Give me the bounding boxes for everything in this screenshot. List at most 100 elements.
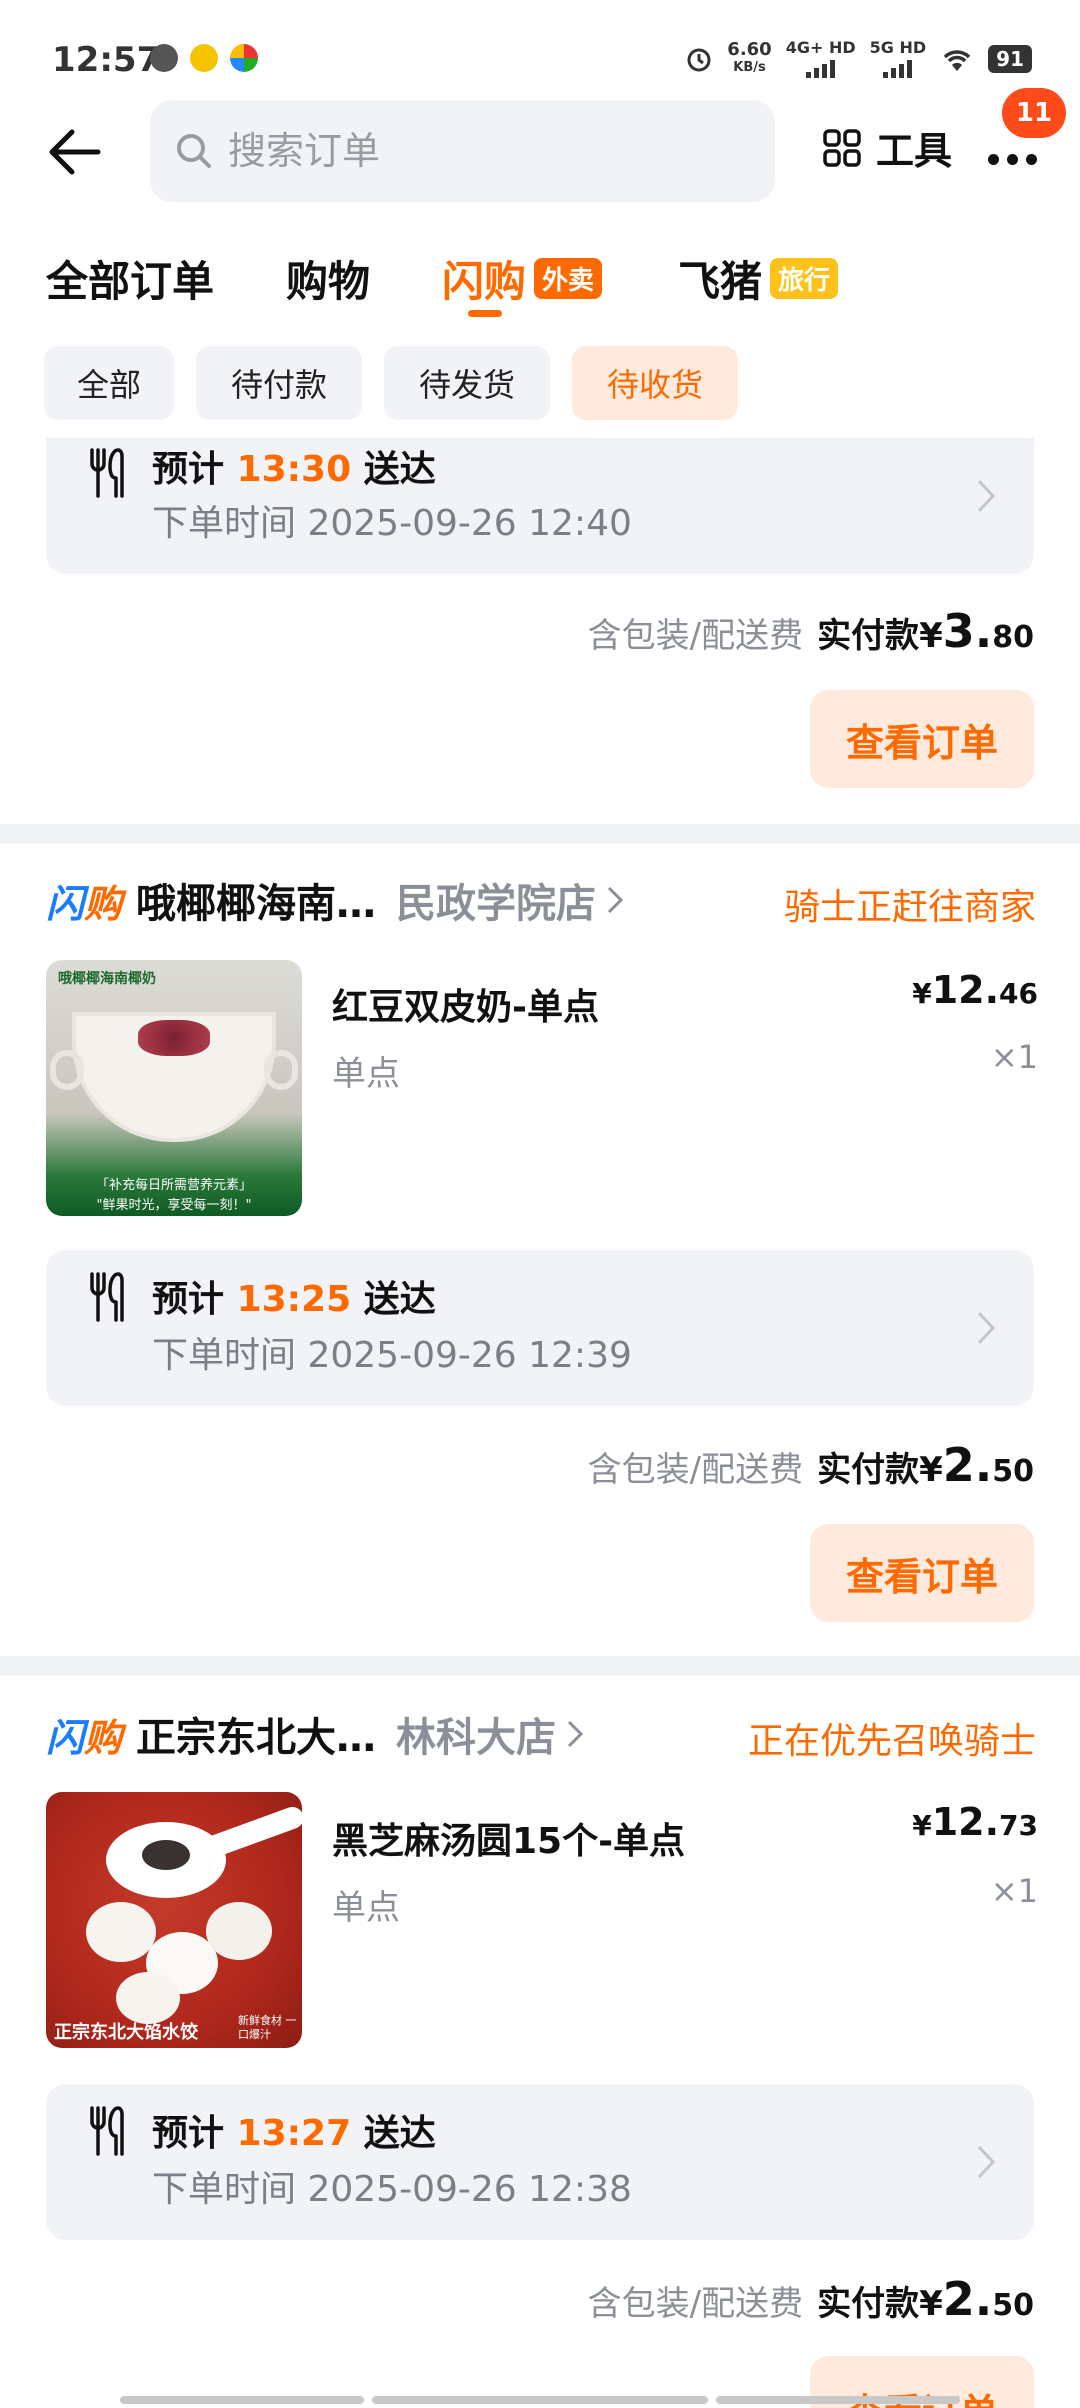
- wifi-icon: [943, 50, 971, 71]
- store-branch: 民政学院店: [396, 881, 597, 927]
- notification-icons: [150, 44, 258, 72]
- store-name: 正宗东北大…: [136, 1715, 377, 1761]
- delivery-info-row[interactable]: 预计 13:30 送达 下单时间 2025-09-26 12:40: [46, 438, 1034, 574]
- tab-shopping[interactable]: 购物: [286, 248, 370, 309]
- search-input[interactable]: [228, 129, 728, 173]
- more-button[interactable]: 11: [984, 88, 1066, 186]
- alarm-icon: [687, 48, 711, 72]
- flash-buy-logo: 闪购: [46, 1715, 123, 1760]
- battery-indicator: 91: [988, 45, 1032, 73]
- dumpling-3: [206, 1902, 272, 1960]
- filter-pending-shipment[interactable]: 待发货: [384, 346, 550, 420]
- tab-flash-buy[interactable]: 闪购 外卖: [442, 248, 603, 309]
- dumpling-1: [86, 1902, 156, 1962]
- product-thumbnail[interactable]: 正宗东北大馅水饺 新鲜食材 一口爆汁: [46, 1792, 302, 2048]
- takeout-tag: 外卖: [534, 258, 603, 299]
- eta-text: 预计 13:25 送达: [152, 1279, 436, 1320]
- bowl-handle-right: [264, 1050, 298, 1090]
- travel-tag: 旅行: [770, 258, 839, 299]
- thumbnail-side: 新鲜食材 一口爆汁: [238, 2014, 297, 2041]
- signal-1: 4G+ HD: [786, 40, 856, 78]
- section-divider: [0, 1656, 1080, 1676]
- black-sesame-filling: [142, 1840, 190, 1870]
- signal-bars-icon: [883, 56, 913, 78]
- coin-app-icon: [190, 44, 218, 72]
- scroll-indicator: [372, 2396, 708, 2404]
- status-filters: 全部 待付款 待发货 待收货: [0, 346, 1080, 422]
- order-time: 下单时间 2025-09-26 12:38: [152, 2169, 632, 2210]
- spoon-handle: [195, 1803, 302, 1863]
- back-arrow-icon: [49, 129, 101, 175]
- order-status: 骑士正赶往商家: [783, 887, 1036, 928]
- store-branch: 林科大店: [396, 1715, 557, 1761]
- eta-text: 预计 13:30 送达: [152, 449, 436, 490]
- thumbnail-tag: 「补充每日所需营养元素」: [95, 1178, 252, 1193]
- item-spec: 单点: [332, 1888, 400, 1928]
- scroll-indicator: [120, 2396, 364, 2404]
- status-time: 12:57: [52, 40, 161, 80]
- paid-amount-row: 含包装/配送费 实付款 ¥ 2. 50: [587, 2272, 1034, 2326]
- fork-knife-icon: [90, 448, 124, 498]
- tools-label: 工具: [876, 129, 953, 173]
- net-speed: 6.60 KB/s: [727, 39, 772, 76]
- red-bean-topping: [138, 1020, 210, 1056]
- tools-button[interactable]: 工具: [822, 120, 952, 175]
- scroll-indicator: [716, 2396, 960, 2404]
- thumbnail-brand: 哦椰椰海南椰奶: [58, 971, 156, 987]
- filter-pending-payment[interactable]: 待付款: [196, 346, 362, 420]
- app-notification-icon: [150, 44, 178, 72]
- item-price: ¥12.73: [912, 1800, 1038, 1844]
- chevron-right-icon: [977, 2145, 996, 2179]
- header: 工具 11: [0, 88, 1080, 206]
- bowl-handle-left: [50, 1050, 84, 1090]
- chevron-right-icon: [607, 886, 624, 914]
- item-quantity: ×1: [990, 1038, 1038, 1076]
- back-button[interactable]: [44, 120, 108, 184]
- active-tab-indicator: [468, 310, 502, 317]
- signal-bars-icon: [806, 56, 836, 78]
- item-name[interactable]: 黑芝麻汤圆15个-单点: [332, 1812, 685, 1864]
- fork-knife-icon: [90, 2106, 124, 2156]
- chevron-right-icon: [977, 479, 996, 513]
- order-category-tabs: 全部订单 购物 闪购 外卖 飞猪 旅行: [0, 236, 1080, 326]
- tab-fliggy[interactable]: 飞猪 旅行: [678, 248, 839, 309]
- filter-all[interactable]: 全部: [44, 346, 174, 420]
- view-order-button[interactable]: 查看订单: [810, 690, 1034, 788]
- grid-tools-icon: [823, 128, 861, 167]
- item-name[interactable]: 红豆双皮奶-单点: [332, 978, 599, 1030]
- thumbnail-slogan: "鲜果时光，享受每一刻！": [96, 1198, 252, 1213]
- chevron-right-icon: [567, 1720, 584, 1748]
- dumpling-4: [116, 1972, 180, 2024]
- store-name: 哦椰椰海南…: [136, 881, 377, 927]
- item-price: ¥12.46: [912, 968, 1038, 1012]
- order-time: 下单时间 2025-09-26 12:40: [152, 503, 632, 544]
- item-spec: 单点: [332, 1054, 400, 1094]
- search-icon: [177, 134, 211, 168]
- signal-2: 5G HD: [870, 40, 926, 78]
- delivery-info-row[interactable]: 预计 13:27 送达 下单时间 2025-09-26 12:38: [46, 2084, 1034, 2240]
- message-badge: 11: [1002, 88, 1066, 138]
- paid-amount-row: 含包装/配送费 实付款 ¥ 2. 50: [587, 1438, 1034, 1492]
- status-bar: 12:57 6.60 KB/s 4G+ HD 5G HD 91: [0, 0, 1080, 96]
- order-time: 下单时间 2025-09-26 12:39: [152, 1335, 632, 1376]
- filter-pending-receipt[interactable]: 待收货: [572, 346, 738, 420]
- chevron-right-icon: [977, 1311, 996, 1345]
- view-order-button[interactable]: 查看订单: [810, 1524, 1034, 1622]
- store-row[interactable]: 闪购 正宗东北大… 林科大店 正在优先召唤骑士: [46, 1704, 1036, 1764]
- tab-all-orders[interactable]: 全部订单: [46, 248, 214, 309]
- flash-buy-logo: 闪购: [46, 881, 123, 926]
- more-dots-icon: [988, 154, 1037, 165]
- status-right: 6.60 KB/s 4G+ HD 5G HD 91: [685, 40, 1032, 78]
- colorful-app-icon: [230, 44, 258, 72]
- eta-text: 预计 13:27 送达: [152, 2113, 436, 2154]
- thumbnail-brand: 正宗东北大馅水饺: [54, 2022, 198, 2043]
- fork-knife-icon: [90, 1272, 124, 1322]
- order-status: 正在优先召唤骑士: [747, 1721, 1036, 1762]
- search-box[interactable]: [150, 100, 775, 202]
- delivery-info-row[interactable]: 预计 13:25 送达 下单时间 2025-09-26 12:39: [46, 1250, 1034, 1406]
- paid-amount-row: 含包装/配送费 实付款 ¥ 3. 80: [587, 604, 1034, 658]
- section-divider: [0, 824, 1080, 844]
- item-quantity: ×1: [990, 1872, 1038, 1910]
- store-row[interactable]: 闪购 哦椰椰海南… 民政学院店 骑士正赶往商家: [46, 870, 1036, 930]
- product-thumbnail[interactable]: 哦椰椰海南椰奶 「补充每日所需营养元素」 "鲜果时光，享受每一刻！": [46, 960, 302, 1216]
